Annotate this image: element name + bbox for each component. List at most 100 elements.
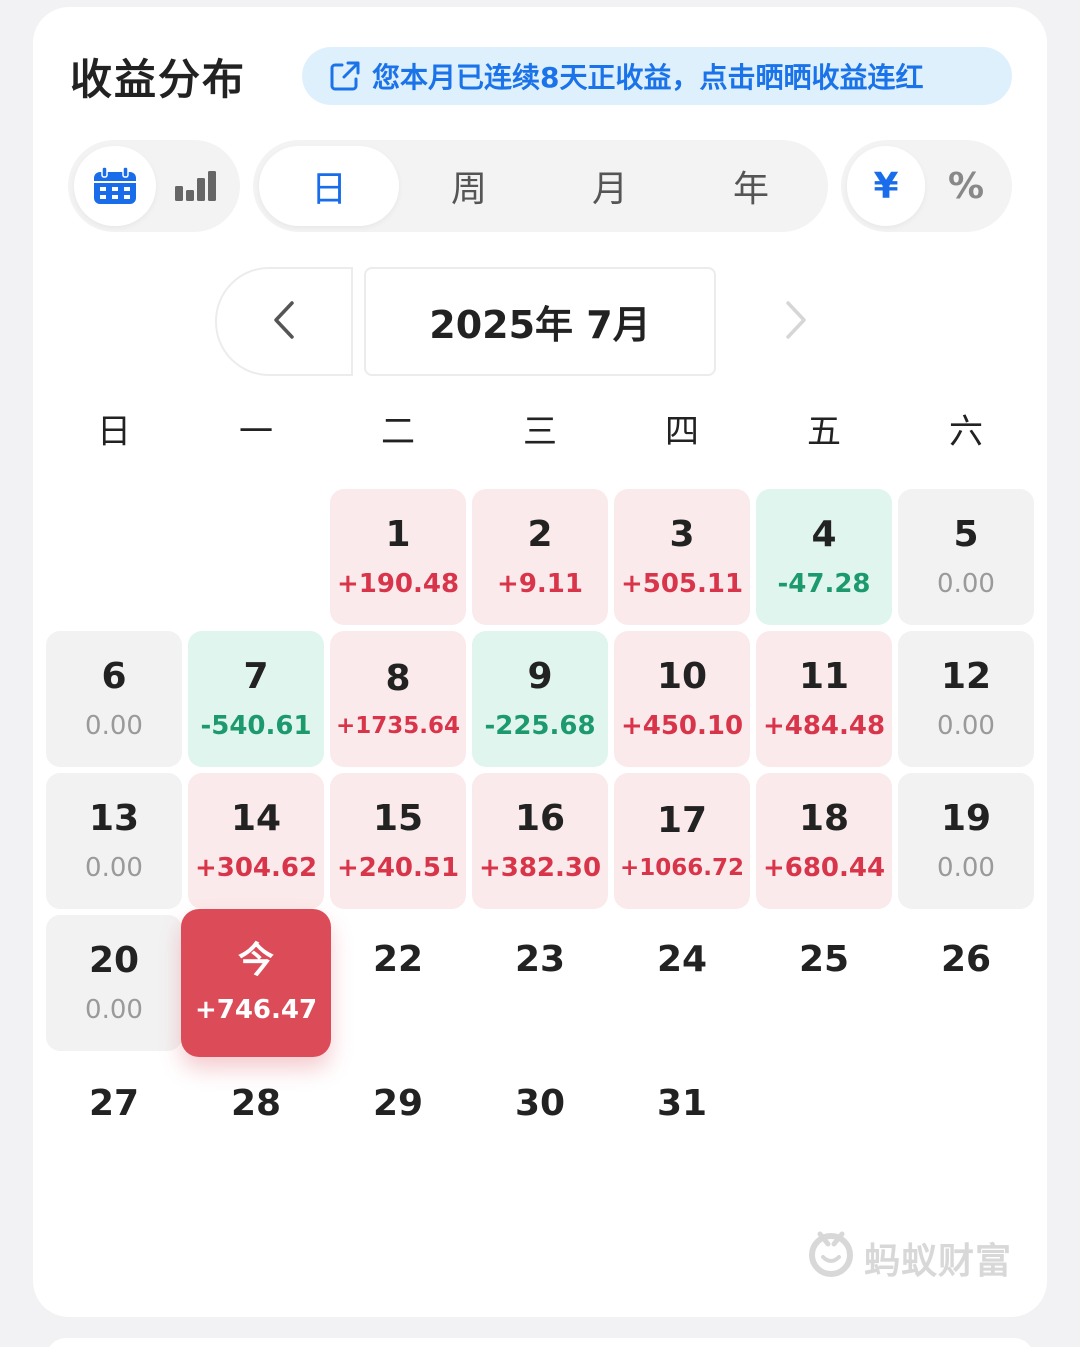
calendar-day[interactable]: 17 +1066.72 bbox=[614, 773, 750, 909]
day-number: 20 bbox=[88, 940, 140, 981]
tab-day[interactable]: 日 bbox=[259, 146, 399, 226]
watermark: 蚂蚁财富 bbox=[806, 1228, 1012, 1287]
share-streak-banner[interactable]: 您本月已连续8天正收益，点击晒晒收益连红 bbox=[302, 47, 1012, 105]
day-number: 23 bbox=[514, 939, 566, 980]
calendar-day[interactable]: 3 +505.11 bbox=[614, 489, 750, 625]
calendar-day[interactable]: 2 +9.11 bbox=[472, 489, 608, 625]
calendar-day[interactable]: 30 bbox=[472, 1037, 608, 1173]
day-earnings: +1066.72 bbox=[619, 854, 745, 881]
day-earnings: +746.47 bbox=[194, 995, 318, 1025]
amount-unit-button[interactable]: ¥ bbox=[847, 146, 925, 226]
ant-fortune-logo-icon bbox=[806, 1228, 864, 1287]
prev-month-button[interactable] bbox=[215, 267, 353, 376]
weekday-thu: 四 bbox=[665, 412, 699, 452]
next-card bbox=[46, 1338, 1034, 1347]
day-number: 12 bbox=[940, 656, 992, 697]
calendar-day[interactable]: 25 bbox=[756, 893, 892, 1029]
day-number: 6 bbox=[101, 656, 127, 697]
calendar-day[interactable]: 29 bbox=[330, 1037, 466, 1173]
calendar-day[interactable]: 8 +1735.64 bbox=[330, 631, 466, 767]
calendar-day[interactable]: 10 +450.10 bbox=[614, 631, 750, 767]
calendar-day[interactable]: 1 +190.48 bbox=[330, 489, 466, 625]
day-number: 18 bbox=[798, 798, 850, 839]
page-title: 收益分布 bbox=[70, 55, 247, 104]
bar-chart-icon bbox=[174, 170, 218, 202]
day-earnings: -47.28 bbox=[777, 569, 871, 599]
day-number: 4 bbox=[811, 514, 837, 555]
weekday-wed: 三 bbox=[523, 412, 557, 452]
current-month-label[interactable]: 2025年 7月 bbox=[364, 267, 716, 376]
day-earnings: +680.44 bbox=[762, 853, 886, 883]
day-earnings: +190.48 bbox=[336, 569, 460, 599]
day-earnings: 0.00 bbox=[937, 853, 995, 883]
day-earnings: +1735.64 bbox=[335, 712, 461, 739]
day-number: 15 bbox=[372, 798, 424, 839]
day-earnings: -540.61 bbox=[200, 711, 312, 741]
calendar-day[interactable]: 12 0.00 bbox=[898, 631, 1034, 767]
day-number: 22 bbox=[372, 939, 424, 980]
day-number: 今 bbox=[237, 940, 274, 981]
tab-year[interactable]: 年 bbox=[681, 146, 821, 226]
chart-view-button[interactable] bbox=[156, 146, 236, 226]
calendar-day[interactable]: 5 0.00 bbox=[898, 489, 1034, 625]
day-number: 30 bbox=[514, 1083, 566, 1124]
day-earnings: 0.00 bbox=[85, 711, 143, 741]
day-number: 25 bbox=[798, 939, 850, 980]
day-earnings: 0.00 bbox=[85, 995, 143, 1025]
day-number: 7 bbox=[243, 656, 269, 697]
day-number: 29 bbox=[372, 1083, 424, 1124]
share-external-icon bbox=[328, 59, 362, 93]
day-number: 5 bbox=[953, 514, 979, 555]
calendar-day[interactable]: 19 0.00 bbox=[898, 773, 1034, 909]
day-earnings: 0.00 bbox=[937, 569, 995, 599]
chevron-right-icon bbox=[783, 300, 809, 344]
calendar-day[interactable]: 4 -47.28 bbox=[756, 489, 892, 625]
day-number: 19 bbox=[940, 798, 992, 839]
calendar-day[interactable]: 31 bbox=[614, 1037, 750, 1173]
calendar-day[interactable]: 13 0.00 bbox=[46, 773, 182, 909]
calendar-day[interactable]: 6 0.00 bbox=[46, 631, 182, 767]
weekday-fri: 五 bbox=[807, 412, 841, 452]
calendar-view-button[interactable] bbox=[74, 146, 156, 226]
calendar-day[interactable]: 22 bbox=[330, 893, 466, 1029]
calendar-day[interactable]: 24 bbox=[614, 893, 750, 1029]
calendar-day[interactable]: 16 +382.30 bbox=[472, 773, 608, 909]
day-number: 27 bbox=[88, 1083, 140, 1124]
percent-unit-button[interactable]: % bbox=[927, 146, 1005, 226]
day-number: 3 bbox=[669, 514, 695, 555]
weekday-tue: 二 bbox=[381, 412, 415, 452]
period-tabs: 日 周 月 年 bbox=[253, 140, 828, 232]
calendar-day[interactable]: 23 bbox=[472, 893, 608, 1029]
unit-toggle: ¥ % bbox=[841, 140, 1012, 232]
banner-text: 您本月已连续8天正收益，点击晒晒收益连红 bbox=[372, 61, 924, 94]
watermark-text: 蚂蚁财富 bbox=[864, 1240, 1013, 1282]
tab-month[interactable]: 月 bbox=[540, 146, 680, 226]
calendar-day[interactable]: 27 bbox=[46, 1037, 182, 1173]
day-number: 28 bbox=[230, 1083, 282, 1124]
tab-week[interactable]: 周 bbox=[399, 146, 539, 226]
next-month-button[interactable] bbox=[727, 267, 865, 376]
calendar-day[interactable]: 7 -540.61 bbox=[188, 631, 324, 767]
calendar-day[interactable]: 28 bbox=[188, 1037, 324, 1173]
calendar-day[interactable]: 26 bbox=[898, 893, 1034, 1029]
day-earnings: 0.00 bbox=[85, 853, 143, 883]
calendar-day[interactable]: 9 -225.68 bbox=[472, 631, 608, 767]
calendar-day[interactable]: 11 +484.48 bbox=[756, 631, 892, 767]
day-earnings: +240.51 bbox=[336, 853, 460, 883]
day-number: 9 bbox=[527, 656, 553, 697]
calendar-day[interactable]: 18 +680.44 bbox=[756, 773, 892, 909]
day-number: 1 bbox=[385, 514, 411, 555]
calendar-day[interactable]: 15 +240.51 bbox=[330, 773, 466, 909]
view-toggle bbox=[68, 140, 240, 232]
day-earnings: +505.11 bbox=[620, 569, 744, 599]
day-earnings: -225.68 bbox=[484, 711, 596, 741]
day-earnings: +484.48 bbox=[762, 711, 886, 741]
day-number: 16 bbox=[514, 798, 566, 839]
calendar-day[interactable]: 14 +304.62 bbox=[188, 773, 324, 909]
calendar-day[interactable]: 20 0.00 bbox=[46, 915, 182, 1051]
day-number: 2 bbox=[527, 514, 553, 555]
day-number: 24 bbox=[656, 939, 708, 980]
day-number: 10 bbox=[656, 656, 708, 697]
calendar-day-today[interactable]: 今 +746.47 bbox=[181, 909, 331, 1057]
calendar-icon bbox=[92, 166, 138, 206]
